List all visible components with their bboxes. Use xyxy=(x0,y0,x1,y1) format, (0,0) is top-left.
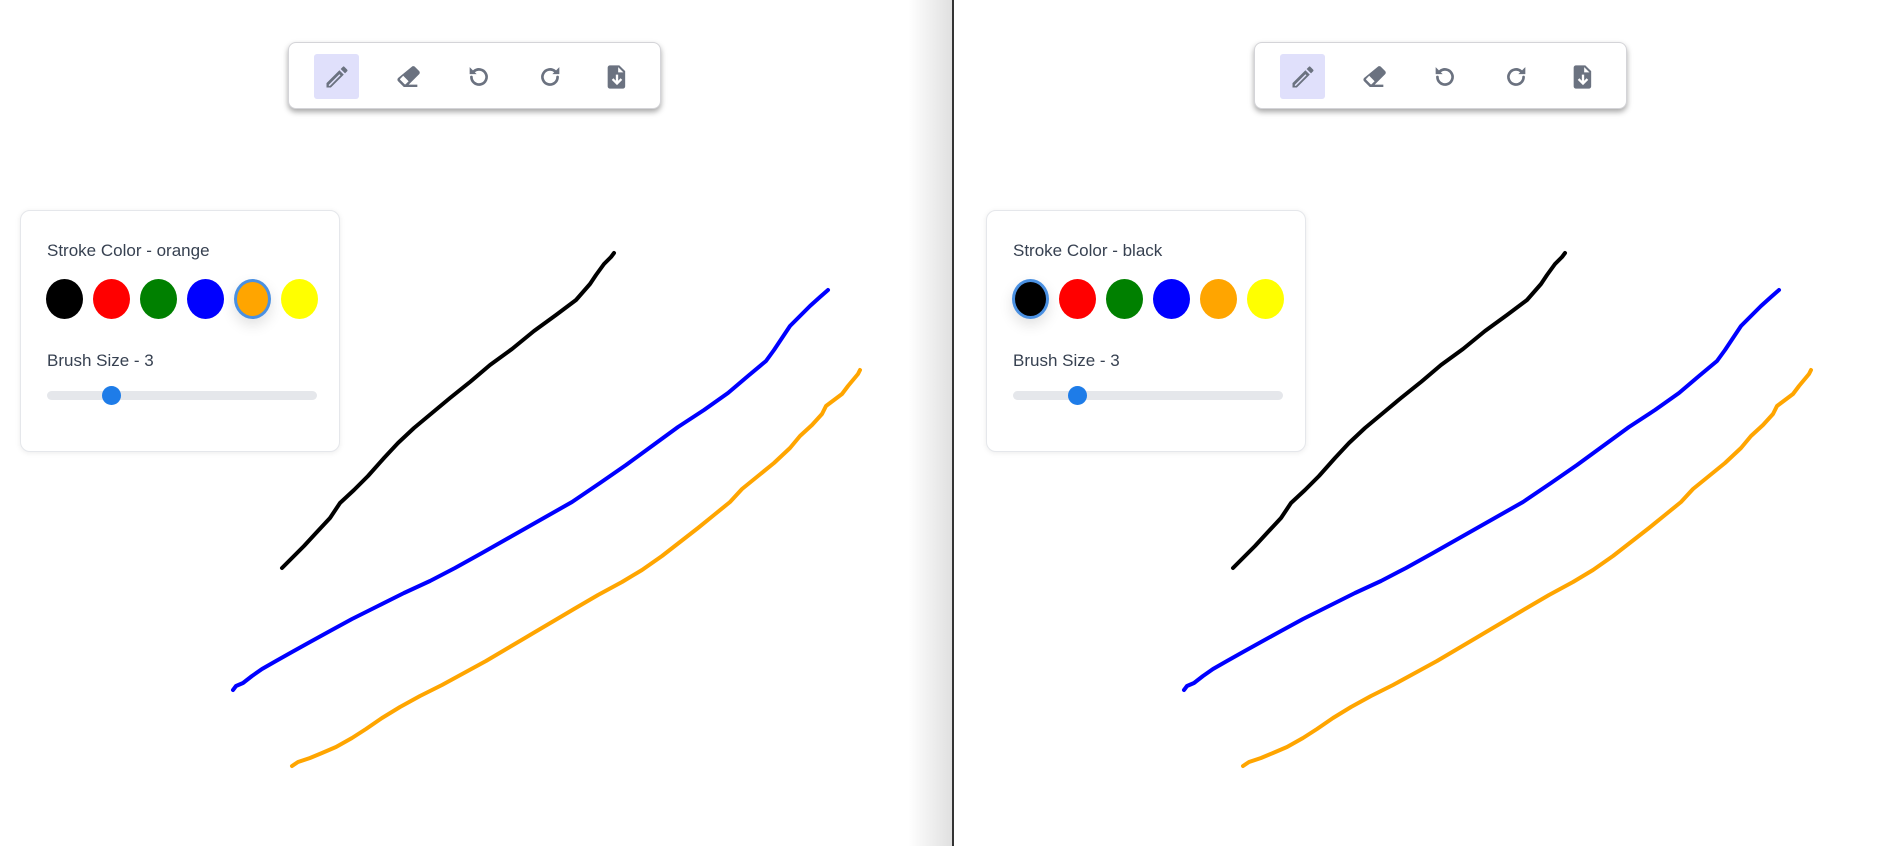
color-swatches xyxy=(46,277,336,319)
color-swatch-red[interactable] xyxy=(93,279,130,319)
brush-size-label: Brush Size - 3 xyxy=(47,351,154,370)
undo-icon xyxy=(469,66,488,86)
redo-button[interactable] xyxy=(527,54,572,99)
redo-button[interactable] xyxy=(1493,54,1538,99)
eraser-button[interactable] xyxy=(385,54,430,99)
pencil-icon xyxy=(1292,65,1314,87)
color-swatch-orange[interactable] xyxy=(234,279,271,319)
color-swatch-red[interactable] xyxy=(1059,279,1096,319)
settings-panel: Stroke Color - black Brush Size - 3 xyxy=(986,210,1306,452)
undo-icon xyxy=(1435,66,1454,86)
color-swatch-green[interactable] xyxy=(1106,279,1143,319)
color-swatch-orange[interactable] xyxy=(1200,279,1237,319)
eraser-icon xyxy=(396,65,420,87)
stroke-color-label: Stroke Color - orange xyxy=(47,241,210,260)
download-button[interactable] xyxy=(594,54,639,99)
stroke-color-label: Stroke Color - black xyxy=(1013,241,1163,260)
color-swatch-yellow[interactable] xyxy=(281,279,318,319)
toolbar xyxy=(1254,42,1627,109)
redo-icon xyxy=(540,66,559,86)
color-swatch-green[interactable] xyxy=(140,279,177,319)
drawing-pane-left: Stroke Color - orange Brush Size - 3 xyxy=(0,0,952,846)
eraser-button[interactable] xyxy=(1351,54,1396,99)
download-file-icon xyxy=(1573,64,1591,89)
toolbar xyxy=(288,42,661,109)
brush-size-slider[interactable] xyxy=(1013,386,1283,405)
eraser-icon xyxy=(1362,65,1386,87)
undo-button[interactable] xyxy=(456,54,501,99)
settings-panel: Stroke Color - orange Brush Size - 3 xyxy=(20,210,340,452)
pencil-icon xyxy=(326,65,348,87)
redo-icon xyxy=(1506,66,1525,86)
pencil-button[interactable] xyxy=(1280,54,1325,99)
drawing-pane-right: Stroke Color - black Brush Size - 3 xyxy=(952,0,1903,846)
download-button[interactable] xyxy=(1560,54,1605,99)
brush-size-label: Brush Size - 3 xyxy=(1013,351,1120,370)
pane-divider[interactable] xyxy=(952,0,954,846)
stroke-orange xyxy=(290,368,862,768)
color-swatch-yellow[interactable] xyxy=(1247,279,1284,319)
brush-size-slider[interactable] xyxy=(47,386,317,405)
color-swatch-black[interactable] xyxy=(1012,279,1049,319)
color-swatch-blue[interactable] xyxy=(1153,279,1190,319)
stroke-orange xyxy=(1241,368,1813,768)
download-file-icon xyxy=(607,64,625,89)
color-swatches xyxy=(1012,277,1302,319)
pencil-button[interactable] xyxy=(314,54,359,99)
undo-button[interactable] xyxy=(1422,54,1467,99)
color-swatch-black[interactable] xyxy=(46,279,83,319)
brush-size-slider-thumb[interactable] xyxy=(1068,386,1088,405)
color-swatch-blue[interactable] xyxy=(187,279,224,319)
divider-shadow xyxy=(908,0,952,846)
brush-size-slider-thumb[interactable] xyxy=(102,386,122,405)
